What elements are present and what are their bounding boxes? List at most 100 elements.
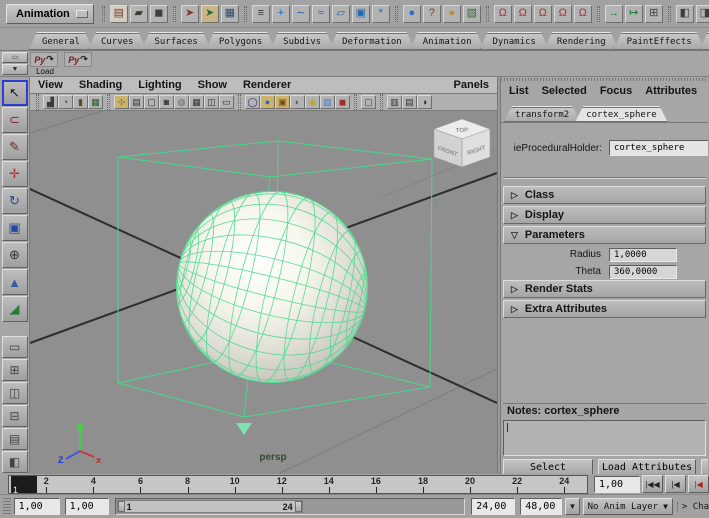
four-pane-layout-button[interactable]: ⊞ [1,359,28,381]
select-object-icon[interactable]: ➤ [200,4,219,23]
step-back-key-button[interactable]: |◀ [688,475,709,493]
shaded-mode-icon[interactable]: ● [260,95,275,109]
ae-tab-transform2[interactable]: transform2 [504,106,580,122]
node-name-field[interactable] [609,140,708,156]
universal-manipulator-tool[interactable]: ⊕ [1,242,28,268]
points-mask-icon[interactable]: + [271,4,290,23]
select-hierarchy-icon[interactable]: ➤ [180,4,199,23]
perspective-view[interactable]: TOP FRONT RIGHT Z x persp [30,111,497,474]
field-chart-icon[interactable]: ▦ [189,95,204,109]
highlight-selection-icon[interactable]: ▧ [462,4,481,23]
select-camera-icon[interactable]: ▟ [43,95,58,109]
playback-end-field[interactable] [471,498,516,515]
shelf-tab-deformation[interactable]: Deformation [329,32,415,50]
save-scene-icon[interactable]: ◼ [149,4,168,23]
gate-mask-icon[interactable]: ◍ [174,95,189,109]
snap-to-grids-icon[interactable]: Ω [493,4,512,23]
range-row-grip[interactable] [3,497,11,516]
render-view-icon[interactable]: ◧ [675,4,694,23]
python-script-button[interactable]: Py ↷ [64,52,94,76]
rotate-tool[interactable]: ↻ [1,188,28,214]
safe-title-icon[interactable]: ▭ [219,95,234,109]
dynamics-mask-icon[interactable]: ▣ [351,4,370,23]
snap-to-curves-icon[interactable]: Ω [513,4,532,23]
time-slider[interactable]: 1 2 4 6 8 10 12 14 16 18 20 22 24 [8,474,588,494]
range-end-handle[interactable] [294,501,302,512]
ae-menu-list[interactable]: List [509,85,529,97]
param-radius-field[interactable] [609,247,677,262]
isolate-select-icon[interactable]: ▢ [361,95,376,109]
single-pane-layout-button[interactable]: ▭ [1,336,28,358]
resolution-gate-icon[interactable]: ◙ [159,95,174,109]
menu-renderer[interactable]: Renderer [243,79,291,91]
character-set-menu[interactable]: > Cha [676,501,709,512]
python-script-load-button[interactable]: Py ↷ Load [30,52,60,76]
ae-tab-cortex-sphere[interactable]: cortex_sphere [575,106,667,122]
current-time-field[interactable] [594,475,640,493]
bookmark-icon[interactable]: ▮ [73,95,88,109]
go-to-start-button[interactable]: |◀◀ [642,475,663,493]
persp-graph-layout-button[interactable]: ⊟ [1,405,28,427]
section-extra-attributes[interactable]: ▷ Extra Attributes [503,300,706,318]
snap-to-points-icon[interactable]: Ω [533,4,552,23]
two-d-pan-zoom-icon[interactable]: ⊹ [114,95,129,109]
show-manipulator-tool[interactable]: ◢ [1,296,28,322]
camera-attributes-icon[interactable]: ◔ [58,95,73,109]
construction-history-icon[interactable]: ⊞ [644,4,663,23]
load-attributes-button[interactable]: Load Attributes [598,459,696,474]
curves-mask-icon[interactable]: ∼ [291,4,310,23]
hypershade-persp-layout-button[interactable]: ▤ [1,428,28,450]
menu-show[interactable]: Show [198,79,227,91]
menu-set-selector[interactable]: Animation [6,3,94,24]
copy-tab-button[interactable] [701,459,708,474]
deformations-mask-icon[interactable]: ▱ [331,4,350,23]
shelf-tab-polygons[interactable]: Polygons [206,32,275,50]
textured-mode-icon[interactable]: ▣ [275,95,290,109]
scale-tool[interactable]: ▣ [1,215,28,241]
shelf-tab-general[interactable]: General [29,32,93,50]
lasso-select-tool[interactable]: ⊂ [1,107,28,133]
lighting-icon[interactable]: ◉ [305,95,320,109]
wireframe-mode-icon[interactable]: ◯ [245,95,260,109]
surfaces-mask-icon[interactable]: ≈ [311,4,330,23]
ae-menu-focus[interactable]: Focus [600,85,632,97]
shelf-tab-cycle-button[interactable]: ▭ [2,52,28,63]
shelf-tab-animation[interactable]: Animation [410,32,485,50]
menu-lighting[interactable]: Lighting [138,79,181,91]
shelf-tab-surfaces[interactable]: Surfaces [141,32,210,50]
persp-outliner-layout-button[interactable]: ◫ [1,382,28,404]
current-frame-indicator[interactable]: 1 [11,475,37,493]
playback-options-dropdown[interactable]: ▼ [565,498,580,515]
shelf-tab-dynamics[interactable]: Dynamics [480,32,549,50]
ae-menu-attributes[interactable]: Attributes [645,85,697,97]
section-display[interactable]: ▷ Display [503,206,706,224]
notes-textarea[interactable] [503,420,706,456]
playback-start-field[interactable] [64,498,109,515]
section-class[interactable]: ▷ Class [503,186,706,204]
lock-selection-icon[interactable]: ● [442,4,461,23]
animation-start-field[interactable] [13,498,60,515]
make-live-icon[interactable]: Ω [573,4,592,23]
menu-panels[interactable]: Panels [454,79,489,91]
move-tool[interactable]: ✛ [1,161,28,187]
range-start-handle[interactable] [117,501,125,512]
image-plane-icon[interactable]: ▦ [88,95,103,109]
shelf-tab-rendering[interactable]: Rendering [544,32,619,50]
shelf-menu-button[interactable]: ▼ [2,64,28,75]
range-slider-bar[interactable]: 1 24 [116,500,303,513]
open-scene-icon[interactable]: ▰ [129,4,148,23]
select-button[interactable]: Select [503,459,593,474]
ae-menu-selected[interactable]: Selected [542,85,587,97]
shelf-tab-painteffects[interactable]: PaintEffects [614,32,705,50]
menu-view[interactable]: View [38,79,63,91]
xray-icon[interactable]: ▥ [387,95,402,109]
new-scene-icon[interactable]: ▤ [109,4,128,23]
select-tool[interactable]: ↖ [1,80,28,106]
xray-joints-icon[interactable]: ▤ [402,95,417,109]
section-render-stats[interactable]: ▷ Render Stats [503,280,706,298]
textures-icon[interactable]: ▨ [320,95,335,109]
use-default-material-icon[interactable]: ◐ [290,95,305,109]
range-slider-track[interactable]: 1 24 [114,498,466,515]
shelf-tab-subdivs[interactable]: Subdivs [270,32,334,50]
persp-split-layout-button[interactable]: ◧ [1,451,28,473]
